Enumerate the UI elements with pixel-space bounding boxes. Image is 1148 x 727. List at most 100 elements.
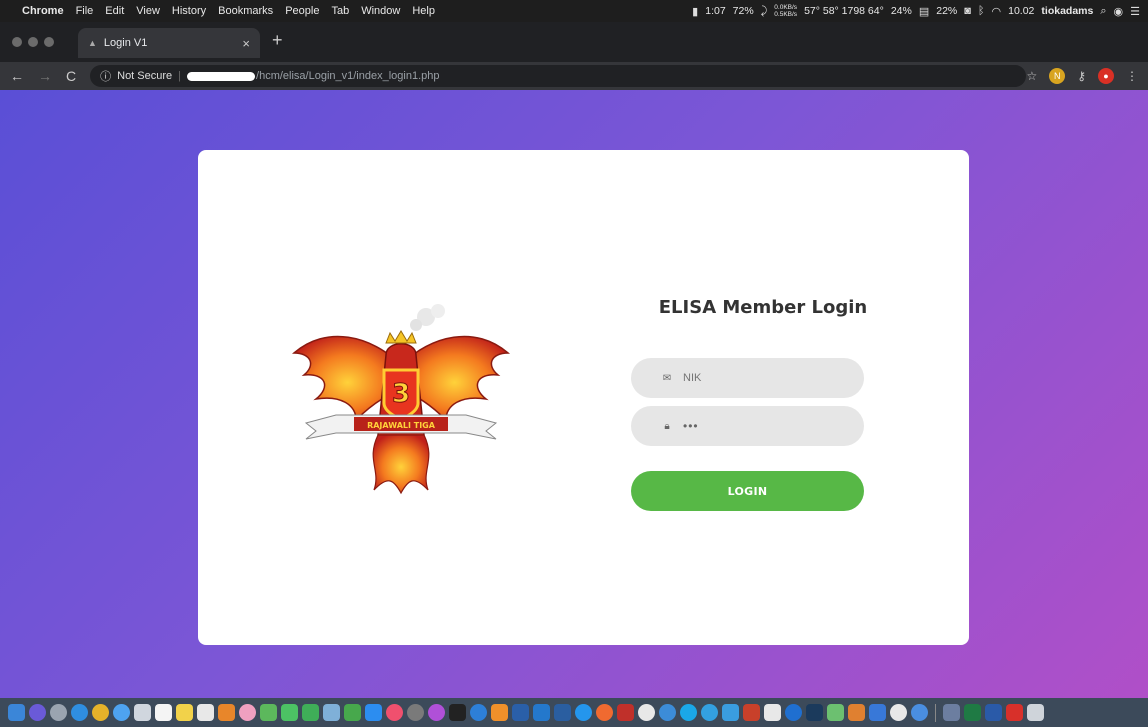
- git-icon[interactable]: [638, 704, 655, 721]
- new-tab-button[interactable]: +: [272, 30, 283, 51]
- menu-kebab-icon[interactable]: ⋮: [1126, 69, 1138, 83]
- acrobat-icon[interactable]: [1006, 704, 1023, 721]
- vscode-icon[interactable]: [533, 704, 550, 721]
- virtualbox-icon[interactable]: [554, 704, 571, 721]
- chrome-dock-icon[interactable]: [911, 704, 928, 721]
- facetime-icon[interactable]: [302, 704, 319, 721]
- siri-dock-icon[interactable]: [29, 704, 46, 721]
- camera-icon[interactable]: [407, 704, 424, 721]
- xcode-icon[interactable]: [470, 704, 487, 721]
- podcasts-icon[interactable]: [428, 704, 445, 721]
- safari-icon[interactable]: [71, 704, 88, 721]
- books-icon[interactable]: [218, 704, 235, 721]
- filezilla-icon[interactable]: [617, 704, 634, 721]
- menu-view[interactable]: View: [136, 5, 160, 17]
- url-path[interactable]: /hcm/elisa/Login_v1/index_login1.php: [256, 70, 439, 82]
- spotlight-alt-icon[interactable]: ◙: [964, 5, 971, 17]
- clock[interactable]: 10.02: [1008, 5, 1034, 17]
- menu-tab[interactable]: Tab: [331, 5, 349, 17]
- password-field[interactable]: 🔒︎ •••: [631, 406, 864, 446]
- back-icon[interactable]: ←: [10, 68, 24, 84]
- tab-close-icon[interactable]: ×: [242, 36, 250, 51]
- trash-icon[interactable]: [1027, 704, 1044, 721]
- sublime-icon[interactable]: [491, 704, 508, 721]
- search-icon[interactable]: ⌕: [1100, 5, 1106, 18]
- docker-icon[interactable]: [575, 704, 592, 721]
- menu-file[interactable]: File: [76, 5, 94, 17]
- safari-alt-icon[interactable]: [113, 704, 130, 721]
- telegram-icon[interactable]: [701, 704, 718, 721]
- music-icon[interactable]: [386, 704, 403, 721]
- messages-icon[interactable]: [281, 704, 298, 721]
- bluetooth-icon[interactable]: ᛒ: [978, 5, 985, 17]
- calendar-icon[interactable]: [155, 704, 172, 721]
- bookmark-star-icon[interactable]: ☆: [1026, 69, 1037, 83]
- cpu-percent[interactable]: 24%: [891, 5, 912, 17]
- network-speed[interactable]: 0.0KB/s 0.5KB/s: [774, 4, 797, 18]
- excel-icon[interactable]: [964, 704, 981, 721]
- battery-time[interactable]: 1:07: [705, 5, 725, 17]
- tower-icon[interactable]: [659, 704, 676, 721]
- teamviewer-icon[interactable]: [869, 704, 886, 721]
- info-icon[interactable]: ⓘ: [100, 68, 111, 84]
- security-label[interactable]: Not Secure: [117, 70, 172, 82]
- photoshop-icon[interactable]: [806, 704, 823, 721]
- activity-icon[interactable]: [890, 704, 907, 721]
- close-window-button[interactable]: [12, 37, 22, 47]
- appstore-icon[interactable]: [365, 704, 382, 721]
- word-icon[interactable]: [985, 704, 1002, 721]
- nik-input[interactable]: [683, 372, 833, 384]
- photo-viewer-icon[interactable]: [827, 704, 844, 721]
- zoom-window-button[interactable]: [44, 37, 54, 47]
- menu-people[interactable]: People: [285, 5, 319, 17]
- downloads-icon[interactable]: [943, 704, 960, 721]
- notification-center-icon[interactable]: ☰: [1130, 5, 1140, 18]
- siri-icon[interactable]: ◉: [1114, 5, 1124, 18]
- sync-icon[interactable]: ⤸: [761, 5, 768, 18]
- finder-icon[interactable]: [8, 704, 25, 721]
- menu-window[interactable]: Window: [361, 5, 400, 17]
- sensor-stats[interactable]: 57° 58° 1798 64°: [804, 5, 884, 17]
- reload-icon[interactable]: C: [66, 68, 76, 84]
- numbers-icon[interactable]: [344, 704, 361, 721]
- tab-login[interactable]: ▲ Login V1 ×: [78, 28, 260, 58]
- sequel-icon[interactable]: [848, 704, 865, 721]
- mail-icon[interactable]: [134, 704, 151, 721]
- terminal-icon[interactable]: [449, 704, 466, 721]
- battery-icon[interactable]: ▮: [692, 5, 698, 18]
- sourcetree-alt-icon[interactable]: [785, 704, 802, 721]
- menu-edit[interactable]: Edit: [105, 5, 124, 17]
- login-button[interactable]: LOGIN: [631, 471, 864, 511]
- minimize-window-button[interactable]: [28, 37, 38, 47]
- user-name[interactable]: tiokadams: [1041, 5, 1093, 17]
- preview-icon[interactable]: [323, 704, 340, 721]
- photos-icon[interactable]: [239, 704, 256, 721]
- filezilla-alt-icon[interactable]: [743, 704, 760, 721]
- password-input[interactable]: •••: [683, 419, 699, 433]
- stickies-icon[interactable]: [197, 704, 214, 721]
- extension-icon[interactable]: N: [1049, 68, 1066, 84]
- wifi-icon[interactable]: ◠: [992, 5, 1002, 18]
- extension-red-icon[interactable]: ●: [1098, 68, 1114, 84]
- notes-icon[interactable]: [176, 704, 193, 721]
- nik-field[interactable]: ✉: [631, 358, 864, 398]
- memory-icon[interactable]: ▤: [919, 5, 929, 18]
- maps-icon[interactable]: [260, 704, 277, 721]
- twitter-icon[interactable]: [722, 704, 739, 721]
- office-icon[interactable]: [764, 704, 781, 721]
- logo-number: 3: [392, 379, 410, 409]
- battery-percent[interactable]: 72%: [733, 5, 754, 17]
- memory-percent[interactable]: 22%: [936, 5, 957, 17]
- sourcetree-icon[interactable]: [512, 704, 529, 721]
- menu-history[interactable]: History: [172, 5, 206, 17]
- postman-icon[interactable]: [596, 704, 613, 721]
- launchpad-icon[interactable]: [50, 704, 67, 721]
- key-icon[interactable]: ⚷: [1077, 69, 1086, 83]
- chrome-icon[interactable]: [92, 704, 109, 721]
- forward-icon[interactable]: →: [38, 68, 52, 84]
- menu-bookmarks[interactable]: Bookmarks: [218, 5, 273, 17]
- menu-help[interactable]: Help: [412, 5, 435, 17]
- menu-app-name[interactable]: Chrome: [22, 5, 64, 17]
- skype-icon[interactable]: [680, 704, 697, 721]
- address-bar[interactable]: ⓘ Not Secure | /hcm/elisa/Login_v1/index…: [90, 65, 1027, 87]
